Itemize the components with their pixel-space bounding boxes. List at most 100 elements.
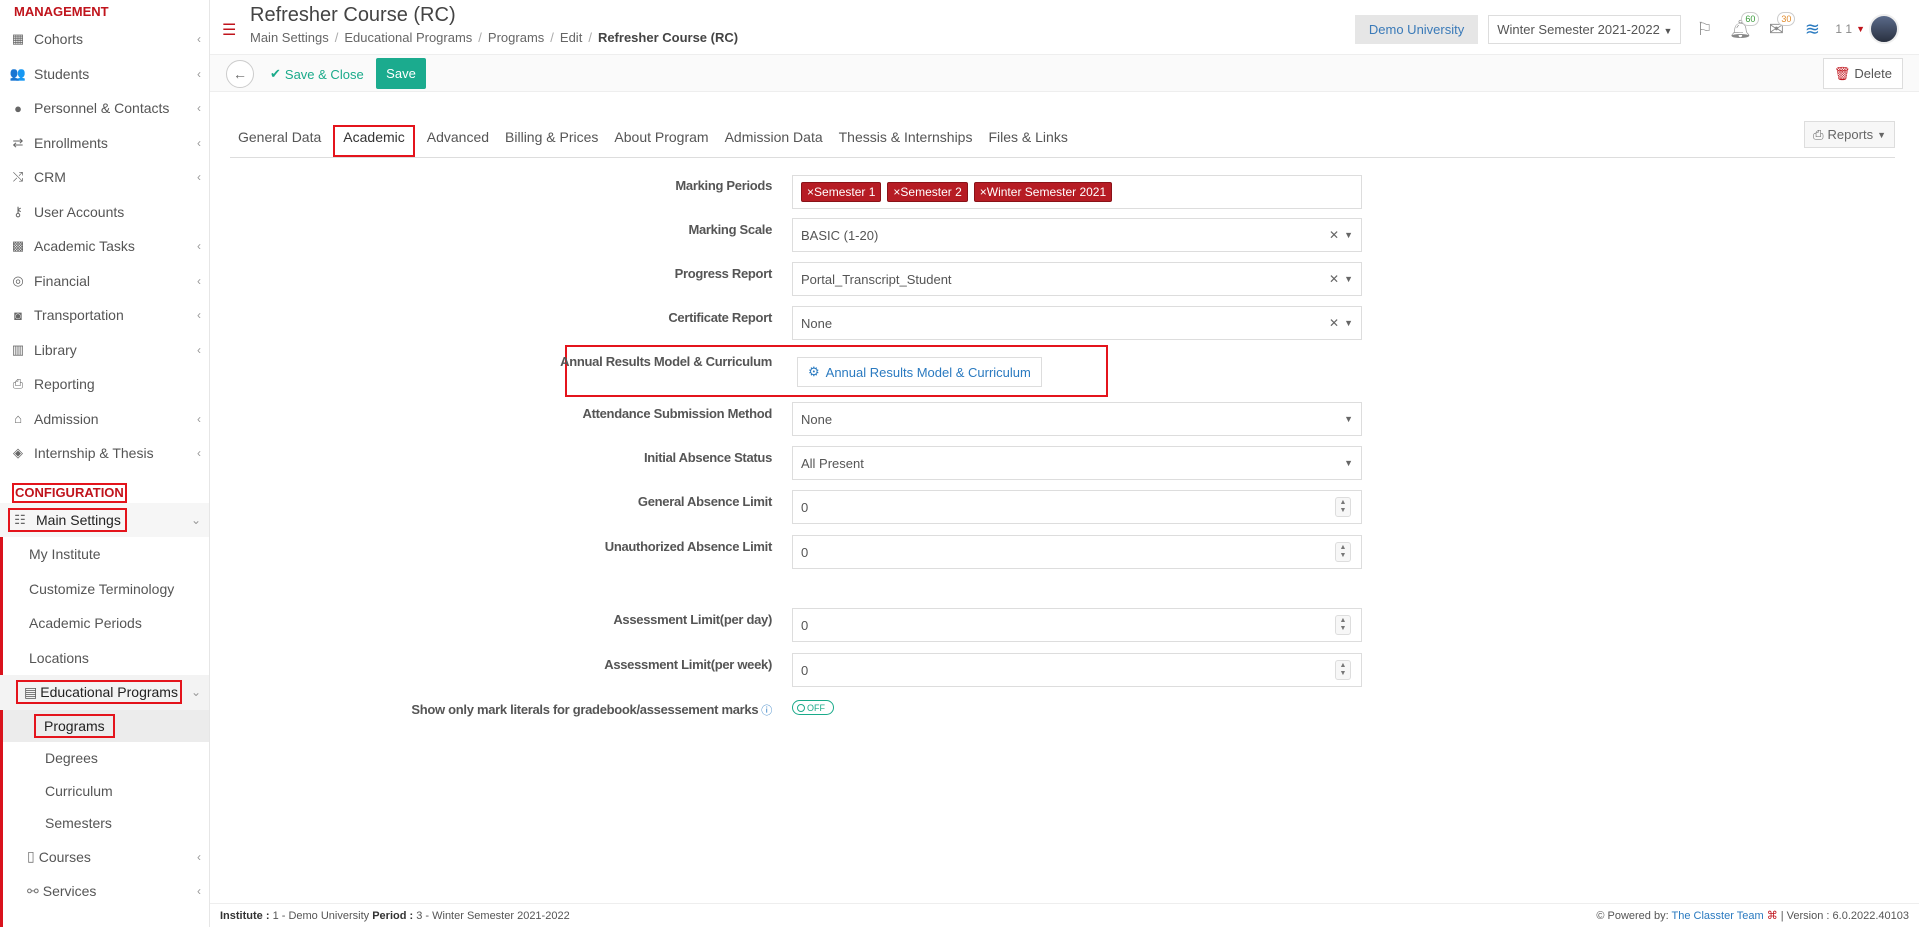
sidebar-item-academic-tasks[interactable]: ▩ Academic Tasks ‹ <box>0 229 209 264</box>
back-button[interactable]: ← <box>226 60 254 88</box>
attendance-method-label: Attendance Submission Method <box>582 406 772 421</box>
annual-results-model-button[interactable]: ⚙ Annual Results Model & Curriculum <box>797 357 1042 387</box>
sidebar-sub-locations[interactable]: Locations <box>0 641 209 676</box>
sidebar-item-main-settings[interactable]: ☷ Main Settings ⌄ <box>0 502 209 537</box>
caret-down-icon: ▼ <box>1344 318 1353 328</box>
delete-button[interactable]: 🗑︎ Delete <box>1822 58 1903 89</box>
breadcrumb-edit[interactable]: Edit <box>560 30 582 45</box>
save-button[interactable]: Save <box>376 58 426 89</box>
tab-about-program[interactable]: About Program <box>606 125 716 157</box>
user-menu[interactable]: 1 1 ▼ <box>1835 14 1899 44</box>
semester-select[interactable]: Winter Semester 2021-2022 ▼ <box>1488 14 1682 44</box>
cohorts-icon: ▦ <box>11 31 25 47</box>
university-button[interactable]: Demo University <box>1354 14 1479 44</box>
sidebar-item-library[interactable]: ▥ Library ‹ <box>0 333 209 368</box>
sidebar-item-cohorts[interactable]: ▦ Cohorts ‹ <box>0 22 209 57</box>
caret-down-icon: ▼ <box>1877 129 1886 140</box>
tab-files-links[interactable]: Files & Links <box>980 125 1075 157</box>
sidebar-item-reporting[interactable]: ⎙ Reporting <box>0 367 209 402</box>
avatar[interactable] <box>1869 14 1899 44</box>
hamburger-icon[interactable]: ☰ <box>222 20 236 40</box>
initial-absence-select[interactable]: All Present ▼ <box>792 446 1362 480</box>
sidebar-item-crm[interactable]: ⤭ CRM ‹ <box>0 160 209 195</box>
sidebar-item-internship[interactable]: ◈ Internship & Thesis ‹ <box>0 436 209 471</box>
sidebar-item-financial[interactable]: ◎ Financial ‹ <box>0 264 209 299</box>
chevron-left-icon: ‹ <box>197 849 201 864</box>
arm-label: Annual Results Model & Curriculum <box>560 354 772 369</box>
layers-icon[interactable]: ≋ <box>1799 16 1825 42</box>
chevron-left-icon: ‹ <box>197 32 201 47</box>
save-close-button[interactable]: ✔ Save & Close <box>270 63 364 85</box>
tag-winter-semester[interactable]: ×Winter Semester 2021 <box>973 182 1113 202</box>
sidebar-item-user-accounts[interactable]: ⚷ User Accounts <box>0 195 209 230</box>
tab-thesis-internships[interactable]: Thessis & Internships <box>831 125 981 157</box>
tab-general-data[interactable]: General Data <box>230 125 329 157</box>
mark-literals-toggle[interactable]: OFF <box>792 700 834 715</box>
stepper-icon[interactable]: ▲ ▼ <box>1335 660 1351 680</box>
sidebar-item-students[interactable]: 👥 Students ‹ <box>0 57 209 92</box>
sidebar-item-services[interactable]: ⚯ Services ‹ <box>0 874 209 909</box>
flag-icon[interactable]: ⚐ <box>1691 16 1717 42</box>
nodes-icon: ⚯ <box>27 882 39 899</box>
clear-icon[interactable]: ✕ <box>1329 272 1339 286</box>
sidebar-item-personnel[interactable]: ● Personnel & Contacts ‹ <box>0 91 209 126</box>
stepper-icon[interactable]: ▲ ▼ <box>1335 497 1351 517</box>
classter-logo-icon: ⌘ <box>1766 910 1778 922</box>
tab-academic[interactable]: Academic <box>333 125 415 157</box>
mail-badge: 30 <box>1777 12 1796 26</box>
mail-icon[interactable]: ✉ 30 <box>1763 12 1796 42</box>
sidebar-sub-degrees[interactable]: Degrees <box>0 742 209 775</box>
stepper-icon[interactable]: ▲ ▼ <box>1335 615 1351 635</box>
bell-icon[interactable]: 🔔︎ 60 <box>1727 12 1760 42</box>
certificate-report-select[interactable]: None ✕ ▼ <box>792 306 1362 340</box>
marking-periods-field[interactable]: ×Semester 1 ×Semester 2 ×Winter Semester… <box>792 175 1362 209</box>
breadcrumb-educational-programs[interactable]: Educational Programs <box>344 30 472 45</box>
general-absence-input[interactable]: 0 ▲ ▼ <box>792 490 1362 524</box>
general-absence-label: General Absence Limit <box>637 494 772 509</box>
chevron-down-icon: ⌄ <box>190 685 201 700</box>
stepper-icon[interactable]: ▲ ▼ <box>1335 542 1351 562</box>
tab-advanced[interactable]: Advanced <box>419 125 497 157</box>
sidebar-sub-semesters[interactable]: Semesters <box>0 807 209 840</box>
page-title: Refresher Course (RC) <box>250 4 456 26</box>
chevron-left-icon: ‹ <box>197 135 201 150</box>
assessment-week-input[interactable]: 0 ▲ ▼ <box>792 653 1362 687</box>
notification-badge: 60 <box>1741 12 1760 26</box>
marking-scale-label: Marking Scale <box>688 222 772 237</box>
sidebar-sub-my-institute[interactable]: My Institute <box>0 537 209 572</box>
chevron-left-icon: ‹ <box>197 273 201 288</box>
sidebar-sub-programs[interactable]: Programs <box>0 709 209 742</box>
classter-team-link[interactable]: The Classter Team <box>1672 910 1764 922</box>
tag-semester-1[interactable]: ×Semester 1 <box>801 182 882 202</box>
caret-down-icon: ▼ <box>1344 230 1353 240</box>
breadcrumb-main-settings[interactable]: Main Settings <box>250 30 329 45</box>
attendance-method-select[interactable]: None ▼ <box>792 402 1362 436</box>
sidebar-item-transportation[interactable]: ◙ Transportation ‹ <box>0 298 209 333</box>
printer-icon: ⎙ <box>12 376 24 392</box>
chevron-left-icon: ‹ <box>197 239 201 254</box>
info-icon[interactable]: ⓘ <box>761 705 772 717</box>
breadcrumb-programs[interactable]: Programs <box>488 30 544 45</box>
clear-icon[interactable]: ✕ <box>1329 316 1339 330</box>
sidebar-sub-academic-periods[interactable]: Academic Periods <box>0 606 209 641</box>
tab-billing-prices[interactable]: Billing & Prices <box>497 125 606 157</box>
assessment-day-input[interactable]: 0 ▲ ▼ <box>792 608 1362 642</box>
progress-report-select[interactable]: Portal_Transcript_Student ✕ ▼ <box>792 262 1362 296</box>
sidebar-item-courses[interactable]: ▯ Courses ‹ <box>0 840 209 875</box>
clear-icon[interactable]: ✕ <box>1329 228 1339 242</box>
tag-semester-2[interactable]: ×Semester 2 <box>887 182 968 202</box>
reports-button[interactable]: ⎙ Reports ▼ <box>1804 121 1895 148</box>
sidebar-item-enrollments[interactable]: ⇄ Enrollments ‹ <box>0 126 209 161</box>
sidebar-sub-curriculum[interactable]: Curriculum <box>0 775 209 808</box>
sidebar-item-admission[interactable]: ⌂ Admission ‹ <box>0 402 209 437</box>
sidebar-sub-terminology[interactable]: Customize Terminology <box>0 572 209 607</box>
assessment-day-label: Assessment Limit(per day) <box>613 612 772 627</box>
printer-icon: ⎙ <box>1813 126 1824 142</box>
sidebar-sub-educational-programs[interactable]: ▤ Educational Programs ⌄ <box>0 675 209 710</box>
unauthorized-absence-label: Unauthorized Absence Limit <box>604 539 773 554</box>
marking-scale-select[interactable]: BASIC (1-20) ✕ ▼ <box>792 218 1362 252</box>
chevron-left-icon: ‹ <box>197 342 201 357</box>
tab-admission-data[interactable]: Admission Data <box>717 125 831 157</box>
chevron-left-icon: ‹ <box>197 446 201 461</box>
unauthorized-absence-input[interactable]: 0 ▲ ▼ <box>792 535 1362 569</box>
